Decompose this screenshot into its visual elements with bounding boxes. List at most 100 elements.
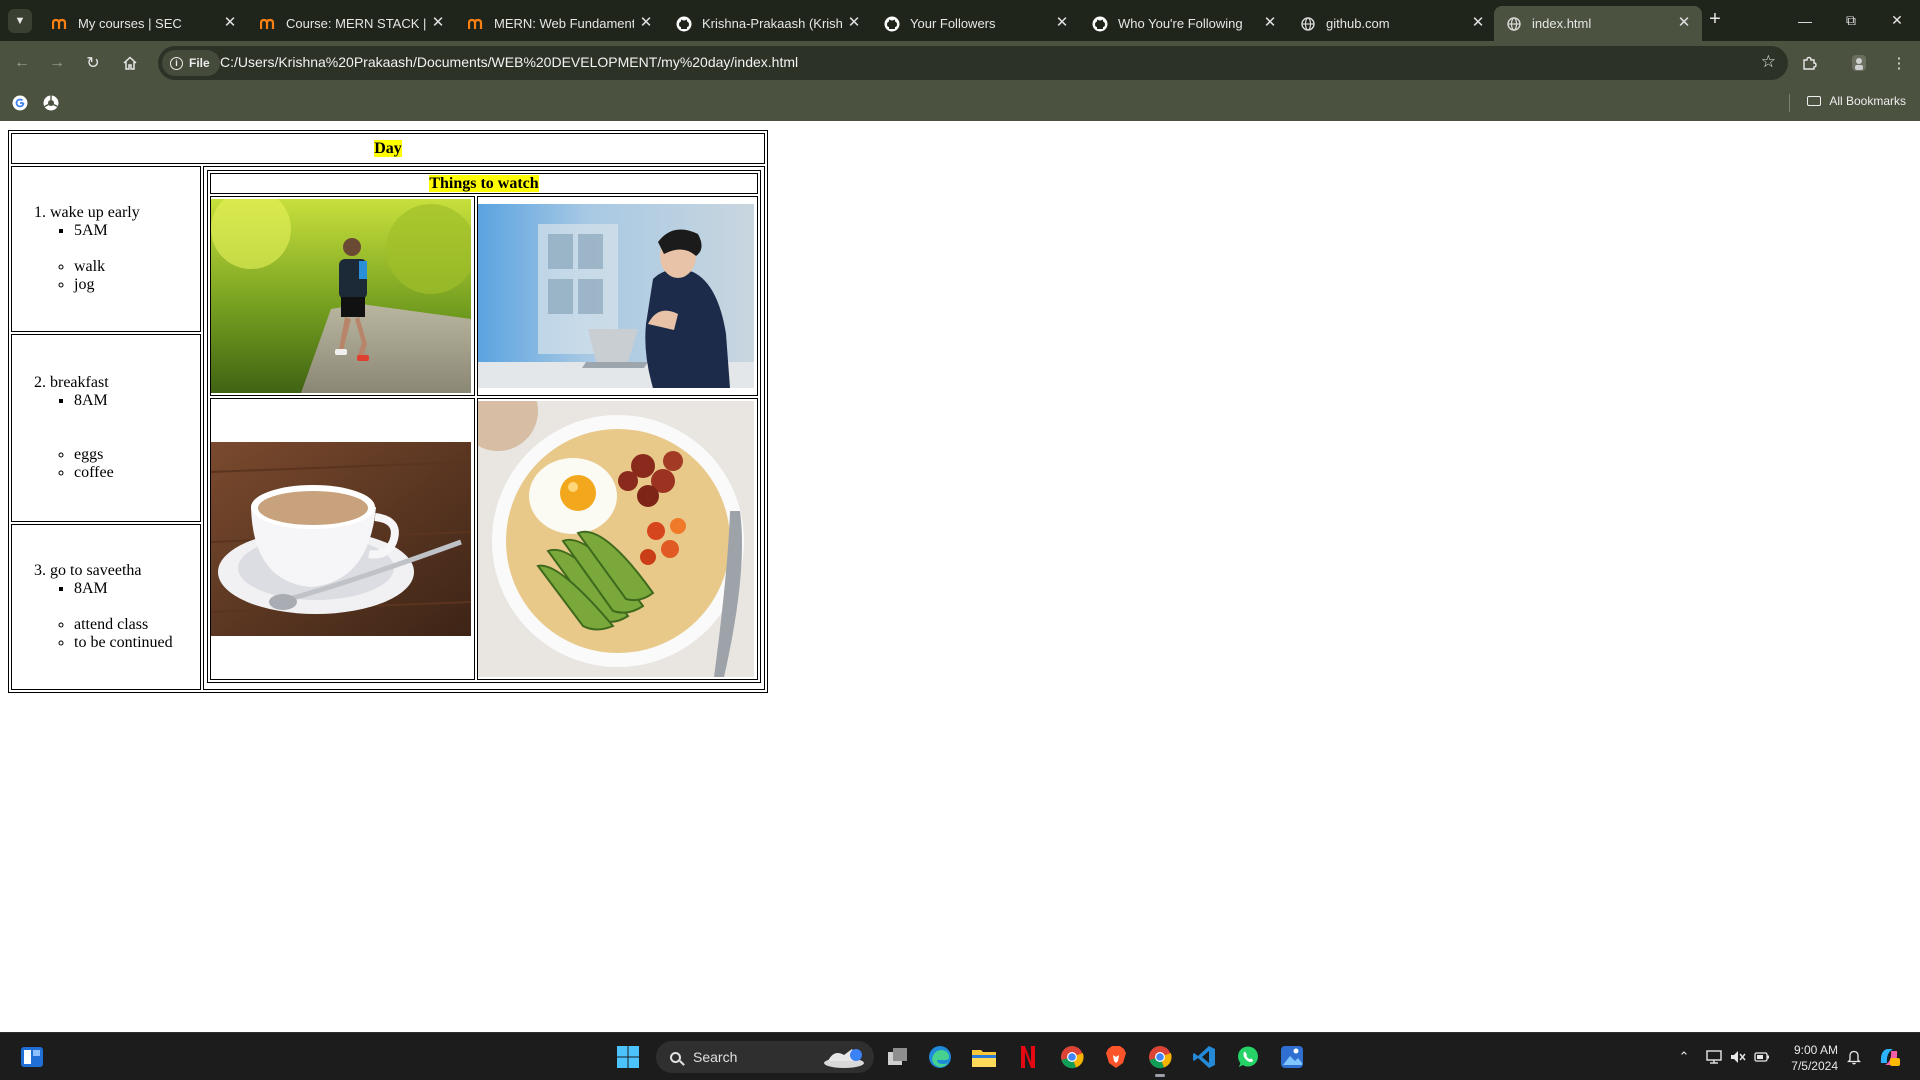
day-header-cell: Day bbox=[11, 133, 765, 164]
taskbar-search-box[interactable]: Search bbox=[656, 1041, 874, 1073]
github-icon bbox=[676, 16, 692, 32]
brave-icon[interactable] bbox=[1102, 1043, 1130, 1071]
battery-icon[interactable] bbox=[1752, 1047, 1772, 1067]
tab-title: Course: MERN STACK | SE bbox=[286, 16, 426, 31]
netflix-icon[interactable] bbox=[1014, 1043, 1042, 1071]
runner-photo-cell bbox=[210, 196, 475, 396]
things-to-watch-table: Things to watch bbox=[207, 170, 761, 683]
time-item: 8AM bbox=[74, 580, 200, 598]
windows-start-icon[interactable] bbox=[614, 1043, 642, 1071]
close-tab-icon[interactable]: ✕ bbox=[430, 15, 446, 31]
item-number: 2. bbox=[34, 374, 46, 391]
tab-course-mern-stack[interactable]: Course: MERN STACK | SE ✕ bbox=[248, 6, 456, 41]
all-bookmarks-button[interactable]: All Bookmarks bbox=[1807, 94, 1906, 108]
close-tab-icon[interactable]: ✕ bbox=[1676, 15, 1692, 31]
google-icon[interactable] bbox=[9, 92, 31, 114]
schedule-item-title: 1. wake up early bbox=[34, 204, 200, 222]
tab-title: Krishna-Prakaash (Krishna bbox=[702, 16, 842, 31]
tab-title: index.html bbox=[1532, 16, 1592, 31]
tab-your-followers[interactable]: Your Followers ✕ bbox=[872, 6, 1080, 41]
whatsapp-icon[interactable] bbox=[1234, 1043, 1262, 1071]
photos-app-icon[interactable] bbox=[1278, 1043, 1306, 1071]
restore-icon[interactable]: ⧉ bbox=[1828, 0, 1874, 41]
widgets-icon[interactable] bbox=[18, 1043, 46, 1071]
tab-title: github.com bbox=[1326, 16, 1390, 31]
watch-header-cell: Things to watch bbox=[210, 173, 758, 194]
new-tab-plus-icon[interactable]: + bbox=[1703, 8, 1727, 32]
day-table: Day 1. wake up early 5AM walk jog bbox=[8, 130, 768, 693]
chrome-web-store-icon[interactable] bbox=[40, 92, 62, 114]
address-bar[interactable]: i File C:/Users/Krishna%20Prakaash/Docum… bbox=[158, 46, 1788, 80]
laptop-photo-cell bbox=[476, 196, 758, 396]
url-text[interactable]: C:/Users/Krishna%20Prakaash/Documents/WE… bbox=[220, 54, 798, 70]
more-menu-icon[interactable]: ⋮ bbox=[1886, 50, 1912, 76]
close-tab-icon[interactable]: ✕ bbox=[846, 15, 862, 31]
schedule-cell-2: 2. breakfast 8AM eggs coffee bbox=[11, 334, 201, 522]
edge-icon[interactable] bbox=[926, 1043, 954, 1071]
coffee-cup-photo bbox=[211, 442, 471, 636]
volume-muted-icon[interactable] bbox=[1728, 1047, 1748, 1067]
back-arrow-icon[interactable]: ← bbox=[9, 50, 35, 76]
browser-tab-strip: ▼ My courses | SEC ✕ Course: MERN STACK … bbox=[0, 0, 1920, 41]
notifications-bell-icon[interactable] bbox=[1844, 1047, 1864, 1067]
item-number: 1. bbox=[34, 204, 46, 221]
moodle-icon bbox=[52, 16, 68, 32]
clock-date: 7/5/2024 bbox=[1791, 1059, 1838, 1073]
minimize-icon[interactable]: — bbox=[1782, 0, 1828, 41]
profile-avatar-icon[interactable] bbox=[1846, 50, 1872, 76]
chrome-icon[interactable] bbox=[1058, 1043, 1086, 1071]
close-tab-icon[interactable]: ✕ bbox=[1262, 15, 1278, 31]
activity-item: to be continued bbox=[74, 634, 200, 652]
close-tab-icon[interactable]: ✕ bbox=[1054, 15, 1070, 31]
time-item: 8AM bbox=[74, 392, 200, 410]
folder-icon bbox=[1807, 96, 1822, 106]
item-title-text: go to saveetha bbox=[50, 562, 142, 579]
windows-taskbar: Search ⌃ 9:00 AM 7/5/2024 bbox=[0, 1032, 1920, 1080]
item-title-text: breakfast bbox=[50, 374, 109, 391]
forward-arrow-icon[interactable]: → bbox=[44, 50, 70, 76]
breakfast-bowl-photo bbox=[477, 401, 754, 677]
task-view-icon[interactable] bbox=[884, 1043, 912, 1071]
globe-icon bbox=[1506, 16, 1522, 32]
active-app-indicator bbox=[1155, 1074, 1165, 1077]
tab-github-com[interactable]: github.com ✕ bbox=[1288, 6, 1496, 41]
extensions-puzzle-icon[interactable] bbox=[1796, 50, 1822, 76]
moodle-icon bbox=[468, 16, 484, 32]
copilot-icon[interactable] bbox=[1876, 1044, 1902, 1070]
taskbar-clock[interactable]: 9:00 AM 7/5/2024 bbox=[1782, 1042, 1838, 1074]
search-highlight-illustration-icon bbox=[824, 1049, 864, 1068]
tab-search-chevron-icon[interactable]: ▼ bbox=[8, 9, 32, 33]
close-tab-icon[interactable]: ✕ bbox=[1470, 15, 1486, 31]
tab-index-html[interactable]: index.html ✕ bbox=[1494, 6, 1702, 41]
schedule-item-title: 2. breakfast bbox=[34, 374, 200, 392]
time-list: 5AM bbox=[74, 222, 200, 240]
chrome-active-icon[interactable] bbox=[1146, 1043, 1174, 1077]
reload-icon[interactable]: ↻ bbox=[80, 50, 106, 76]
time-item: 5AM bbox=[74, 222, 200, 240]
all-bookmarks-label: All Bookmarks bbox=[1829, 94, 1906, 108]
tab-title: Who You're Following bbox=[1118, 16, 1243, 31]
site-info-chip[interactable]: i File bbox=[162, 50, 220, 76]
tab-github-profile[interactable]: Krishna-Prakaash (Krishna ✕ bbox=[664, 6, 872, 41]
bookmark-star-icon[interactable]: ☆ bbox=[1761, 52, 1776, 72]
bookmarks-separator bbox=[1789, 94, 1790, 112]
activity-item: eggs bbox=[74, 446, 200, 464]
person-at-laptop-photo bbox=[477, 204, 754, 388]
close-tab-icon[interactable]: ✕ bbox=[638, 15, 654, 31]
activity-item: attend class bbox=[74, 616, 200, 634]
tab-who-youre-following[interactable]: Who You're Following ✕ bbox=[1080, 6, 1288, 41]
close-tab-icon[interactable]: ✕ bbox=[222, 15, 238, 31]
item-number: 3. bbox=[34, 562, 46, 579]
network-icon[interactable] bbox=[1704, 1047, 1724, 1067]
schedule-cell-1: 1. wake up early 5AM walk jog bbox=[11, 166, 201, 332]
show-hidden-icons-chevron-icon[interactable]: ⌃ bbox=[1674, 1047, 1694, 1067]
home-icon[interactable] bbox=[117, 50, 143, 76]
close-window-icon[interactable]: ✕ bbox=[1874, 0, 1920, 41]
vscode-icon[interactable] bbox=[1190, 1043, 1218, 1071]
bookmarks-bar: All Bookmarks bbox=[0, 85, 1920, 121]
file-explorer-icon[interactable] bbox=[970, 1043, 998, 1071]
schedule-item-title: 3. go to saveetha bbox=[34, 562, 200, 580]
tab-mern-web-fundamentals[interactable]: MERN: Web Fundamental ✕ bbox=[456, 6, 664, 41]
tab-my-courses[interactable]: My courses | SEC ✕ bbox=[40, 6, 248, 41]
schedule-cell-3: 3. go to saveetha 8AM attend class to be… bbox=[11, 524, 201, 690]
